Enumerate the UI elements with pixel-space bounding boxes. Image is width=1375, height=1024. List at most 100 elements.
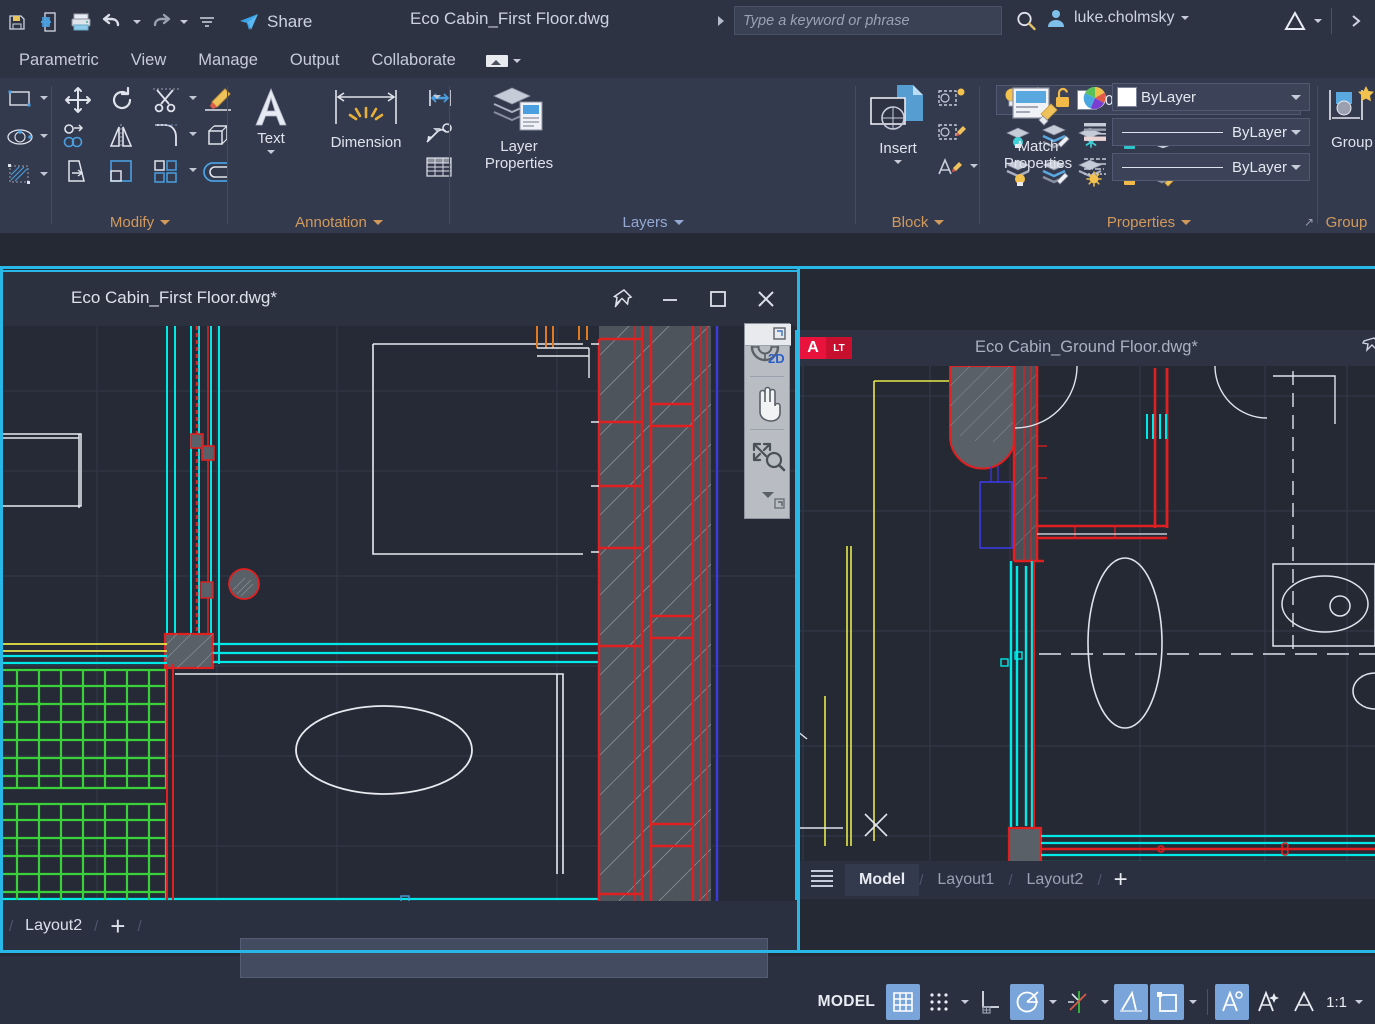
layer-properties-button[interactable]: Layer Properties bbox=[466, 82, 572, 173]
panel-expand-caret-icon[interactable] bbox=[1181, 220, 1191, 225]
plot-icon[interactable] bbox=[66, 7, 96, 37]
polar-tracking-caret-icon[interactable] bbox=[1045, 984, 1061, 1020]
floating-drawing-canvas[interactable] bbox=[1, 326, 797, 901]
command-input[interactable] bbox=[240, 938, 768, 978]
search-icon[interactable] bbox=[1012, 7, 1040, 35]
linewidth-caret-icon[interactable] bbox=[1291, 130, 1301, 135]
stretch-icon[interactable] bbox=[58, 156, 98, 188]
autoscale-icon[interactable] bbox=[1251, 984, 1285, 1020]
background-window-pin-icon[interactable] bbox=[1362, 336, 1375, 361]
workspace-caret-icon[interactable] bbox=[513, 59, 521, 63]
pan-hand-icon[interactable] bbox=[745, 377, 791, 429]
redo-icon[interactable] bbox=[145, 7, 175, 37]
user-account-area[interactable]: luke.cholmsky bbox=[1045, 7, 1189, 29]
panel-expand-caret-icon[interactable] bbox=[160, 220, 170, 225]
polar-tracking-icon[interactable] bbox=[1010, 984, 1044, 1020]
annotation-scale-caret-icon[interactable] bbox=[1351, 984, 1367, 1020]
fillet-dropdown-caret-icon[interactable] bbox=[189, 132, 197, 136]
fillet-icon[interactable] bbox=[146, 120, 186, 152]
group-button[interactable]: Group bbox=[1322, 82, 1375, 151]
search-input[interactable]: Type a keyword or phrase bbox=[734, 6, 1002, 35]
panel-expand-caret-icon[interactable] bbox=[674, 220, 684, 225]
ribbon-tab-view[interactable]: View bbox=[115, 47, 182, 74]
user-menu-caret-icon[interactable] bbox=[1181, 16, 1189, 20]
undo-icon[interactable] bbox=[98, 7, 128, 37]
panel-title-annotation[interactable]: Annotation bbox=[228, 214, 450, 231]
annotation-scale-icon[interactable] bbox=[1287, 984, 1321, 1020]
object-snap-tracking-caret-icon[interactable] bbox=[1097, 984, 1113, 1020]
undo-dropdown-caret[interactable] bbox=[130, 8, 143, 36]
floating-tab-layout2[interactable]: Layout2 bbox=[13, 913, 94, 939]
create-block-icon[interactable] bbox=[934, 84, 968, 114]
minimize-icon[interactable] bbox=[647, 279, 693, 319]
scale-icon[interactable] bbox=[102, 156, 142, 188]
background-new-layout-button[interactable]: + bbox=[1102, 866, 1140, 894]
panel-expand-caret-icon[interactable] bbox=[934, 220, 944, 225]
background-tab-layout1[interactable]: Layout1 bbox=[923, 864, 1008, 896]
panel-title-group[interactable]: Group bbox=[1318, 214, 1375, 231]
ribbon-tab-parametric[interactable]: Parametric bbox=[3, 47, 115, 74]
linewidth-combo[interactable]: ByLayer bbox=[1112, 118, 1310, 146]
rectangle-icon[interactable] bbox=[4, 84, 36, 114]
grid-display-icon[interactable] bbox=[886, 984, 920, 1020]
panel-title-block[interactable]: Block bbox=[856, 214, 980, 231]
close-icon[interactable] bbox=[743, 279, 789, 319]
dimension-button[interactable]: Dimension bbox=[312, 84, 420, 151]
hatch-dropdown-caret-icon[interactable] bbox=[40, 172, 48, 176]
linewidth-icon[interactable] bbox=[1080, 119, 1110, 145]
trim-dropdown-caret-icon[interactable] bbox=[189, 96, 197, 100]
array-icon[interactable] bbox=[146, 156, 186, 188]
navbar-resize-grip-icon[interactable] bbox=[774, 497, 786, 515]
move-icon[interactable] bbox=[58, 84, 98, 116]
object-snap-tracking-icon[interactable] bbox=[1062, 984, 1096, 1020]
background-tab-model[interactable]: Model bbox=[845, 864, 919, 896]
linetype-icon[interactable] bbox=[1080, 154, 1110, 180]
object-snap-icon[interactable] bbox=[1114, 984, 1148, 1020]
save-as-icon[interactable] bbox=[2, 7, 32, 37]
layout-menu-icon[interactable] bbox=[795, 868, 845, 893]
ribbon-tab-output[interactable]: Output bbox=[274, 47, 356, 74]
dynamic-ucs-icon[interactable] bbox=[1150, 984, 1184, 1020]
text-button[interactable]: Text bbox=[240, 84, 302, 154]
object-color-swatch[interactable] bbox=[1117, 87, 1137, 107]
zoom-extents-icon[interactable] bbox=[745, 430, 791, 482]
rectangle-dropdown-caret-icon[interactable] bbox=[40, 96, 48, 100]
hatch-icon[interactable] bbox=[4, 160, 36, 190]
edit-block-icon[interactable] bbox=[934, 118, 968, 148]
linetype-caret-icon[interactable] bbox=[1291, 165, 1301, 170]
workspace-icon[interactable] bbox=[486, 55, 508, 67]
ribbon-tab-manage[interactable]: Manage bbox=[182, 47, 274, 74]
linear-dimension-dropdown-caret-icon[interactable] bbox=[433, 95, 441, 99]
rotate-icon[interactable] bbox=[102, 84, 142, 116]
snap-mode-caret-icon[interactable] bbox=[957, 984, 973, 1020]
panel-title-properties[interactable]: Properties bbox=[980, 214, 1318, 231]
search-expand-arrow-icon[interactable] bbox=[718, 16, 724, 26]
redo-dropdown-caret[interactable] bbox=[177, 8, 190, 36]
ribbon-tab-collaborate[interactable]: Collaborate bbox=[355, 47, 471, 74]
model-space-toggle[interactable]: MODEL bbox=[808, 987, 885, 1017]
title-overflow-icon[interactable] bbox=[1341, 6, 1371, 36]
properties-dialog-launcher-icon[interactable]: ↗ bbox=[1304, 215, 1314, 229]
ellipse-dropdown-caret-icon[interactable] bbox=[40, 134, 48, 138]
floating-new-layout-button[interactable]: + bbox=[98, 907, 137, 946]
background-tab-layout2[interactable]: Layout2 bbox=[1013, 864, 1098, 896]
trim-icon[interactable] bbox=[146, 84, 186, 116]
match-properties-button[interactable]: Match Properties bbox=[990, 82, 1086, 173]
panel-title-modify[interactable]: Modify bbox=[52, 214, 228, 231]
leader-dropdown-caret-icon[interactable] bbox=[433, 128, 441, 132]
edit-attribute-icon[interactable] bbox=[934, 152, 968, 182]
pin-icon[interactable] bbox=[599, 279, 645, 319]
share-button[interactable]: Share bbox=[230, 9, 320, 35]
open-icon[interactable] bbox=[34, 7, 64, 37]
workspace-switcher[interactable] bbox=[486, 55, 521, 67]
block-dropdown-caret-icon[interactable] bbox=[970, 164, 978, 168]
object-color-icon[interactable] bbox=[1080, 84, 1110, 112]
array-dropdown-caret-icon[interactable] bbox=[189, 168, 197, 172]
autodesk-menu-caret-icon[interactable] bbox=[1314, 19, 1322, 23]
panel-title-layers[interactable]: Layers bbox=[450, 214, 856, 231]
autodesk-logo-icon[interactable] bbox=[1280, 6, 1310, 36]
background-drawing-canvas[interactable] bbox=[795, 366, 1375, 861]
object-color-caret-icon[interactable] bbox=[1291, 95, 1301, 100]
copy-icon[interactable] bbox=[58, 120, 98, 152]
ellipse-icon[interactable] bbox=[4, 122, 36, 152]
